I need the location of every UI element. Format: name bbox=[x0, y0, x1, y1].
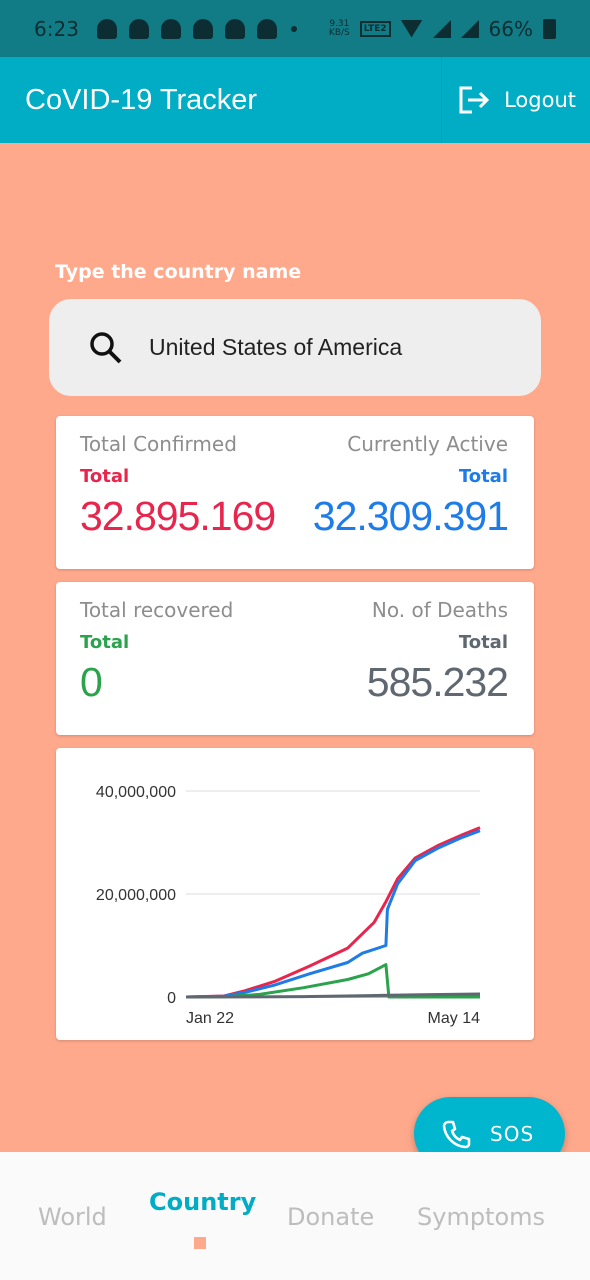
notification-icons bbox=[96, 18, 277, 39]
snapchat-icon bbox=[192, 18, 213, 39]
confirmed-sub: Total bbox=[80, 466, 130, 487]
logout-icon bbox=[459, 86, 490, 114]
snapchat-icon bbox=[160, 18, 181, 39]
wifi-icon bbox=[400, 19, 423, 38]
app-bar: CoVID-19 Tracker Logout bbox=[0, 57, 590, 143]
net-speed: 9.31 KB/S bbox=[328, 18, 350, 38]
series-line-1 bbox=[185, 829, 481, 999]
nav-donate[interactable]: Donate bbox=[287, 1203, 374, 1231]
logout-button[interactable]: Logout bbox=[441, 57, 590, 143]
snapchat-icon bbox=[256, 18, 277, 39]
recovered-value: 0 bbox=[80, 659, 103, 705]
recovered-sub: Total bbox=[80, 632, 130, 653]
volte-icon: LTE2 bbox=[359, 20, 391, 37]
battery-icon bbox=[543, 18, 556, 39]
confirmed-heading: Total Confirmed bbox=[80, 432, 237, 456]
status-time: 6:23 bbox=[34, 16, 79, 41]
total-recovered: Total recovered Total 0 bbox=[80, 598, 233, 706]
active-sub: Total bbox=[458, 466, 508, 487]
deaths-value: 585.232 bbox=[366, 659, 509, 705]
snapchat-icon bbox=[96, 18, 117, 39]
app-title: CoVID-19 Tracker bbox=[25, 83, 258, 116]
signal-icon bbox=[432, 19, 451, 38]
more-notifications-dot bbox=[290, 25, 297, 32]
active-value: 32.309.391 bbox=[312, 493, 509, 539]
nav-world[interactable]: World bbox=[38, 1203, 107, 1231]
y-tick-label: 0 bbox=[167, 990, 176, 1007]
confirmed-active-card: Total Confirmed Total 32.895.169 Current… bbox=[56, 416, 534, 569]
y-tick-label: 20,000,000 bbox=[96, 887, 176, 904]
snapchat-icon bbox=[224, 18, 245, 39]
search-icon bbox=[90, 331, 122, 363]
phone-icon bbox=[442, 1120, 471, 1148]
active-heading: Currently Active bbox=[347, 432, 508, 456]
recovered-heading: Total recovered bbox=[80, 598, 234, 622]
x-tick-label: Jan 22 bbox=[186, 1010, 234, 1027]
y-tick-label: 40,000,000 bbox=[96, 784, 176, 801]
snapchat-icon bbox=[128, 18, 149, 39]
x-tick-label: May 14 bbox=[428, 1010, 481, 1027]
logout-label: Logout bbox=[504, 88, 576, 112]
search-input[interactable]: United States of America bbox=[149, 334, 402, 361]
nav-country[interactable]: Country bbox=[149, 1188, 256, 1216]
sos-label: SOS bbox=[490, 1121, 535, 1146]
recovered-deaths-card: Total recovered Total 0 No. of Deaths To… bbox=[56, 582, 534, 735]
series-line-2 bbox=[185, 963, 480, 999]
cases-line-chart: 0 20,000,000 40,000,000 Jan 22 May 14 bbox=[96, 784, 481, 1027]
active-tab-indicator bbox=[194, 1237, 206, 1249]
confirmed-value: 32.895.169 bbox=[80, 493, 276, 539]
series-line-0 bbox=[185, 826, 481, 999]
battery-percent: 66% bbox=[488, 16, 533, 41]
status-bar: 6:23 9.31 KB/S LTE2 66% bbox=[0, 0, 590, 57]
deaths: No. of Deaths Total 585.232 bbox=[366, 598, 509, 706]
total-confirmed: Total Confirmed Total 32.895.169 bbox=[80, 432, 276, 540]
nav-symptoms[interactable]: Symptoms bbox=[417, 1203, 545, 1231]
chart-card: 0 20,000,000 40,000,000 Jan 22 May 14 bbox=[56, 748, 534, 1040]
search-label: Type the country name bbox=[55, 261, 302, 283]
deaths-heading: No. of Deaths bbox=[371, 598, 508, 622]
currently-active: Currently Active Total 32.309.391 bbox=[312, 432, 509, 540]
country-search-field[interactable]: United States of America bbox=[49, 299, 541, 396]
deaths-sub: Total bbox=[458, 632, 508, 653]
signal-icon bbox=[460, 19, 479, 38]
